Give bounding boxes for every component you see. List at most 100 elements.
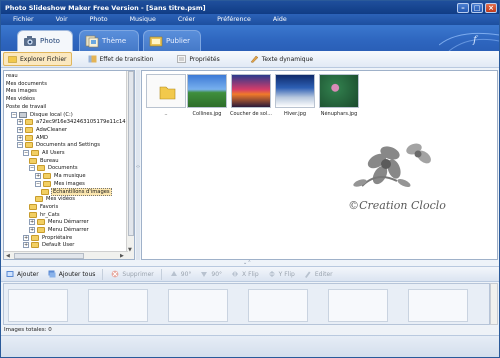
hills-thumb (187, 74, 227, 108)
rotate-left-button[interactable]: 90° (170, 270, 191, 278)
minimize-button[interactable]: – (457, 2, 469, 13)
explorer-button[interactable]: Explorer Fichier (3, 52, 72, 66)
scroll-left-icon[interactable]: ◀ (6, 253, 10, 259)
collapse-icon[interactable]: − (35, 180, 41, 187)
folder-tree[interactable]: reau Mes documents Mes images Mes vidéos Pos… (3, 70, 135, 260)
splitter-grip-icon[interactable]: ‹› (136, 162, 140, 172)
folder-icon (37, 227, 45, 233)
collapse-icon[interactable]: − (17, 142, 23, 149)
sub-toolbar: Explorer Fichier Effet de transition Pro… (1, 51, 499, 68)
properties-button[interactable]: Propriétés (173, 52, 223, 66)
tree-node-label: hr_Cats (40, 211, 60, 218)
timeline-slot[interactable] (8, 289, 68, 322)
tree-node-label: a72ec9f16e342463105179e11c143857 (36, 119, 135, 126)
tree-node-label: Disque local (C:) (30, 111, 73, 118)
expand-icon[interactable]: + (23, 234, 29, 241)
tree-node-label: Propriétaire (42, 234, 73, 241)
collapse-icon[interactable]: − (11, 111, 17, 118)
y-flip-icon (268, 271, 275, 277)
timeline-slot[interactable] (248, 289, 308, 322)
menu-photo[interactable]: Photo (78, 16, 118, 23)
header-decoration-icon: f (439, 32, 499, 51)
file-name: Collines.jpg (192, 111, 222, 117)
maximize-button[interactable]: □ (471, 2, 483, 13)
file-browser: .. Collines.jpg Coucher de sol... Hiver.… (141, 70, 498, 260)
scroll-right-icon[interactable]: ▶ (120, 253, 124, 259)
tab-theme[interactable]: Thème (79, 30, 139, 51)
folder-icon (29, 211, 37, 218)
transition-button[interactable]: Effet de transition (84, 52, 158, 66)
file-item[interactable]: Hiver.jpg (275, 74, 315, 118)
panel-splitter[interactable]: ‹› (136, 70, 140, 260)
tab-photo[interactable]: Photo (17, 30, 73, 51)
tree-node-label: Mes images (54, 180, 85, 187)
folder-icon (35, 196, 43, 203)
add-button[interactable]: Ajouter (6, 270, 39, 278)
properties-icon (177, 55, 187, 63)
tree-node-label: Default User (42, 242, 75, 249)
file-item[interactable]: Collines.jpg (187, 74, 227, 118)
slideshow-timeline[interactable] (3, 283, 490, 325)
folder-icon (31, 150, 39, 156)
collapse-icon[interactable]: − (23, 150, 29, 156)
scroll-down-icon[interactable]: ▼ (128, 247, 132, 253)
x-flip-button[interactable]: X Flip (231, 270, 259, 278)
tree-hscroll-thumb[interactable] (14, 253, 84, 259)
expand-icon[interactable]: + (29, 219, 35, 226)
tree-node-label: Documents (48, 165, 78, 172)
menu-aide[interactable]: Aide (261, 16, 297, 23)
tree-horizontal-scrollbar[interactable]: ◀ ▶ (4, 251, 128, 259)
menu-creer[interactable]: Créer (166, 16, 205, 23)
photo-actions-toolbar: Ajouter Ajouter tous Supprimer 90° 90° X… (1, 266, 499, 282)
edit-button[interactable]: Editer (304, 270, 333, 278)
tree-node-label: Bureau (40, 157, 59, 164)
delete-label: Supprimer (122, 270, 154, 278)
expand-icon[interactable]: + (29, 227, 35, 233)
watermark-text: ©Creation Cloclo (348, 199, 446, 212)
file-item[interactable]: Coucher de sol... (230, 74, 272, 118)
y-flip-button[interactable]: Y Flip (268, 270, 295, 278)
collapse-icon[interactable]: − (29, 165, 35, 172)
add-all-button[interactable]: Ajouter tous (48, 270, 95, 278)
menu-voir[interactable]: Voir (44, 16, 78, 23)
publish-tab-icon (149, 36, 163, 47)
status-bar: Images totales: 0 (1, 326, 499, 335)
tree-scroll-thumb[interactable] (128, 71, 134, 236)
tree-node-label: Mes vidéos (46, 196, 75, 203)
expand-icon[interactable]: + (17, 126, 23, 133)
timeline-slot[interactable] (328, 289, 388, 322)
expand-icon[interactable]: + (17, 134, 23, 141)
delete-button[interactable]: Supprimer (111, 270, 154, 278)
theme-tab-icon (85, 35, 99, 48)
folder-icon (41, 188, 49, 195)
timeline-slot[interactable] (88, 289, 148, 322)
folder-icon (29, 203, 37, 210)
tree-node-label: reau (6, 73, 18, 79)
expand-icon[interactable]: + (35, 173, 41, 180)
tab-theme-label: Thème (102, 37, 127, 45)
folder-icon (25, 142, 33, 149)
menu-preference[interactable]: Préférence (205, 16, 261, 23)
tab-publier[interactable]: Publier (143, 30, 201, 51)
timeline-scrollbar[interactable] (490, 283, 498, 325)
tree-node[interactable]: + Default User (23, 241, 75, 249)
folder-icon (29, 157, 37, 164)
svg-text:f: f (472, 35, 479, 46)
tree-node-label: Poste de travail (6, 103, 47, 110)
tree-vertical-scrollbar[interactable]: ▼ (126, 71, 134, 259)
expand-icon[interactable]: + (23, 242, 29, 249)
rotate-right-icon (201, 272, 208, 277)
rotate-right-button[interactable]: 90° (200, 270, 222, 278)
timeline-slot[interactable] (408, 289, 468, 322)
folder-icon (31, 234, 39, 241)
dynamic-text-button[interactable]: Texte dynamique (246, 52, 317, 66)
timeline-slot[interactable] (168, 289, 228, 322)
file-item[interactable]: Nénuphars.jpg (319, 74, 359, 118)
expand-icon[interactable]: + (17, 119, 23, 126)
close-button[interactable]: × (485, 2, 497, 13)
menu-fichier[interactable]: Fichier (1, 16, 44, 23)
menu-musique[interactable]: Musique (118, 16, 166, 23)
file-item[interactable]: .. (146, 74, 186, 118)
folder-icon (31, 242, 39, 249)
watermark: ©Creation Cloclo (332, 131, 462, 223)
